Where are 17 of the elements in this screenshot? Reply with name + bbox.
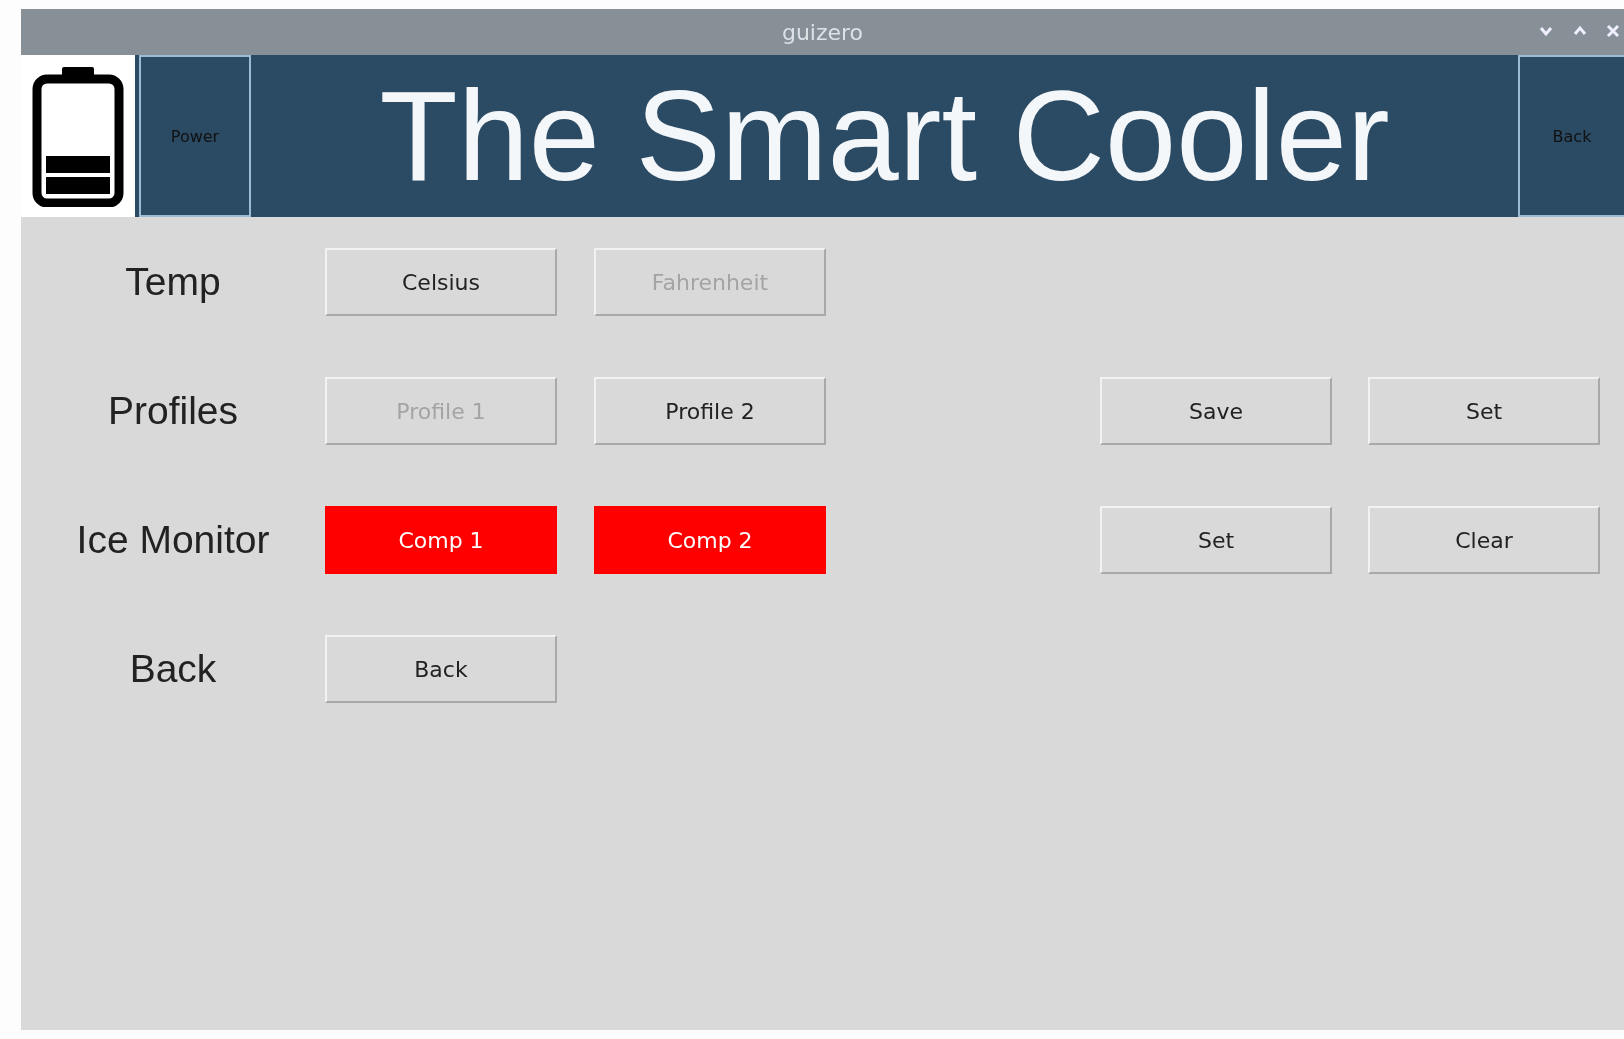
option-button[interactable]: Set (1100, 506, 1332, 574)
battery-icon (32, 65, 124, 207)
option-button[interactable]: Profile 2 (594, 377, 826, 445)
option-button[interactable]: Set (1368, 377, 1600, 445)
option-button[interactable]: Comp 2 (594, 506, 826, 574)
option-button[interactable]: Back (325, 635, 557, 703)
window-title: guizero (781, 19, 864, 45)
option-button[interactable]: Comp 1 (325, 506, 557, 574)
row-label: Ice Monitor (76, 518, 270, 562)
option-button[interactable]: Celsius (325, 248, 557, 316)
app-title: The Smart Cooler (378, 63, 1391, 209)
close-icon[interactable] (1606, 23, 1620, 39)
row-label: Back (129, 647, 217, 691)
option-button[interactable]: Save (1100, 377, 1332, 445)
row-label: Profiles (107, 389, 238, 433)
option-button[interactable]: Clear (1368, 506, 1600, 574)
row-label: Temp (125, 260, 221, 304)
